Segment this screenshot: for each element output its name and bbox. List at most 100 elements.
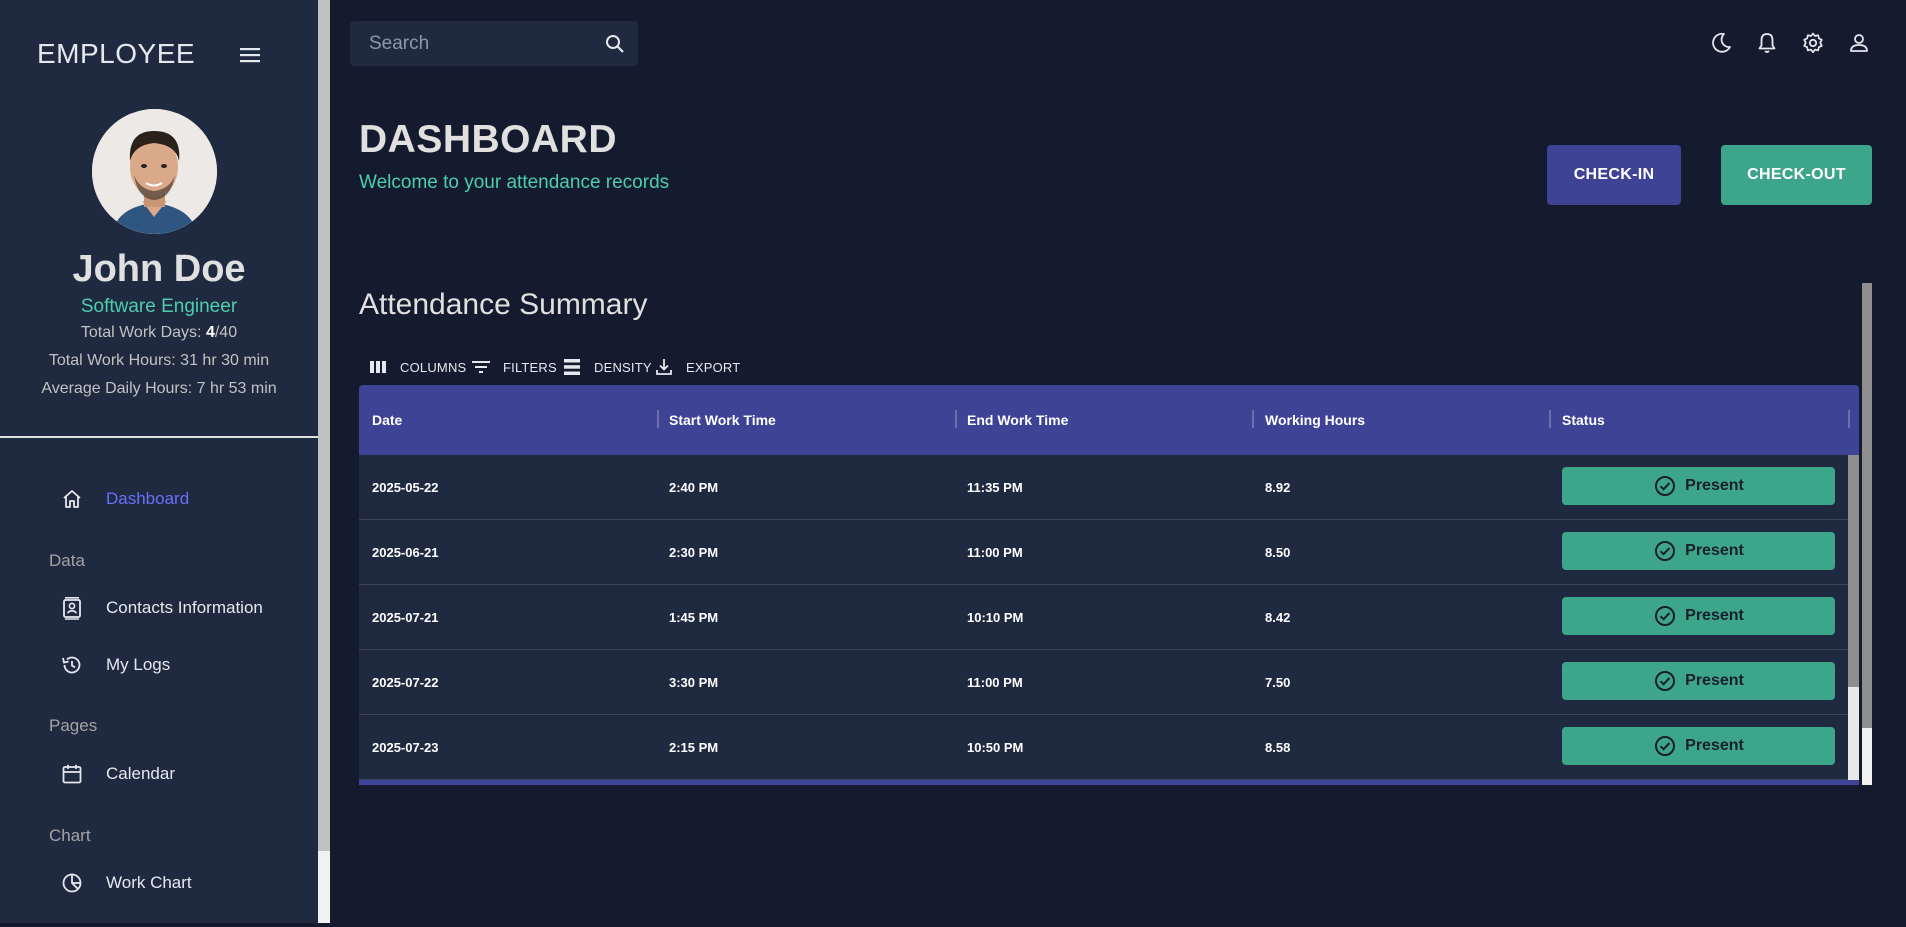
- calendar-icon: [62, 764, 82, 784]
- contacts-icon: [63, 597, 81, 620]
- total-work-days: Total Work Days: 4/40: [0, 324, 318, 342]
- columns-label: COLUMNS: [400, 359, 467, 375]
- status-badge[interactable]: Present: [1562, 662, 1835, 700]
- column-header-start-time[interactable]: Start Work Time: [669, 385, 776, 455]
- settings-gear-icon[interactable]: [1800, 30, 1826, 56]
- profile-role: Software Engineer: [80, 296, 238, 317]
- search-box: [350, 21, 638, 66]
- column-separator[interactable]: [1848, 410, 1850, 428]
- column-header-date[interactable]: Date: [372, 385, 402, 455]
- check-in-button[interactable]: CHECK-IN: [1547, 145, 1681, 205]
- table-header: Date Start Work Time End Work Time Worki…: [359, 385, 1859, 455]
- column-separator[interactable]: [657, 410, 659, 428]
- cell-start-time: 2:15 PM: [669, 740, 719, 755]
- download-icon: [656, 359, 672, 375]
- cell-start-time: 2:40 PM: [669, 480, 719, 495]
- density-button[interactable]: DENSITY: [562, 356, 652, 378]
- section-title-data: Data: [49, 551, 85, 570]
- status-badge[interactable]: Present: [1562, 532, 1835, 570]
- cell-working-hours: 7.50: [1265, 675, 1291, 690]
- column-header-working-hours[interactable]: Working Hours: [1265, 385, 1365, 455]
- check-circle-icon: [1655, 541, 1676, 561]
- average-daily-hours: Average Daily Hours: 7 hr 53 min: [41, 380, 277, 397]
- column-separator[interactable]: [1252, 410, 1254, 428]
- density-label: DENSITY: [594, 359, 652, 375]
- cell-date: 2025-07-21: [372, 610, 439, 625]
- status-label: Present: [1685, 542, 1744, 559]
- cell-end-time: 10:50 PM: [967, 740, 1024, 755]
- table-row[interactable]: 2025-05-22 2:40 PM 11:35 PM 8.92 Present: [359, 455, 1848, 520]
- attendance-summary-title: Attendance Summary: [359, 288, 648, 321]
- sidebar-scrollbar-track: [318, 851, 330, 923]
- filters-button[interactable]: FILTERS: [471, 356, 557, 378]
- hamburger-menu-icon[interactable]: [238, 44, 264, 66]
- columns-icon: [370, 361, 386, 373]
- cell-working-hours: 8.92: [1265, 480, 1291, 495]
- sidebar-item-contacts[interactable]: Contacts Information: [60, 594, 263, 622]
- column-separator[interactable]: [955, 410, 957, 428]
- status-badge[interactable]: Present: [1562, 597, 1835, 635]
- app-root: EMPLOYEE John Doe Software Engineer Tota…: [0, 0, 1906, 927]
- column-header-end-time[interactable]: End Work Time: [967, 385, 1068, 455]
- avatar: [92, 109, 217, 234]
- cell-start-time: 3:30 PM: [669, 675, 719, 690]
- cell-start-time: 2:30 PM: [669, 545, 719, 560]
- export-label: EXPORT: [686, 359, 741, 375]
- brand-title: EMPLOYEE: [37, 38, 196, 69]
- column-header-status[interactable]: Status: [1562, 385, 1605, 455]
- cell-end-time: 11:00 PM: [967, 675, 1023, 690]
- search-input[interactable]: [369, 21, 589, 66]
- check-circle-icon: [1655, 736, 1676, 756]
- sidebar-scrollbar[interactable]: [318, 0, 330, 923]
- cell-date: 2025-05-22: [372, 480, 439, 495]
- cell-working-hours: 8.42: [1265, 610, 1291, 625]
- export-button[interactable]: EXPORT: [654, 356, 740, 378]
- table-row[interactable]: 2025-07-23 2:15 PM 10:50 PM 8.58 Present: [359, 715, 1848, 780]
- history-icon: [62, 656, 81, 674]
- check-out-button[interactable]: CHECK-OUT: [1721, 145, 1872, 205]
- status-label: Present: [1685, 672, 1744, 689]
- page-subtitle: Welcome to your attendance records: [359, 172, 670, 193]
- content-scrollbar-thumb[interactable]: [1862, 283, 1872, 728]
- home-icon: [63, 490, 81, 508]
- sidebar-item-my-logs[interactable]: My Logs: [60, 651, 170, 679]
- sidebar-item-label: Contacts Information: [106, 598, 263, 617]
- check-circle-icon: [1655, 606, 1676, 626]
- table-footer: [359, 780, 1859, 785]
- section-title-pages: Pages: [49, 716, 98, 735]
- table-row[interactable]: 2025-07-21 1:45 PM 10:10 PM 8.42 Present: [359, 585, 1848, 650]
- cell-end-time: 10:10 PM: [967, 610, 1024, 625]
- table-scrollbar-thumb[interactable]: [1848, 455, 1859, 687]
- sidebar-item-label: My Logs: [106, 655, 171, 674]
- column-separator[interactable]: [1549, 410, 1551, 428]
- status-label: Present: [1685, 607, 1744, 624]
- sidebar-item-label: Calendar: [106, 764, 175, 783]
- search-icon[interactable]: [603, 32, 627, 56]
- table-row[interactable]: 2025-06-21 2:30 PM 11:00 PM 8.50 Present: [359, 520, 1848, 585]
- total-work-days-total: /40: [214, 324, 238, 341]
- sidebar: EMPLOYEE John Doe Software Engineer Tota…: [0, 0, 318, 923]
- status-label: Present: [1685, 737, 1744, 754]
- cell-working-hours: 8.50: [1265, 545, 1291, 560]
- notifications-icon[interactable]: [1754, 30, 1780, 56]
- attendance-table: Date Start Work Time End Work Time Worki…: [359, 385, 1859, 785]
- sidebar-item-label: Dashboard: [106, 489, 190, 508]
- sidebar-item-work-chart[interactable]: Work Chart: [60, 869, 192, 897]
- status-badge[interactable]: Present: [1562, 727, 1835, 765]
- table-row[interactable]: 2025-07-22 3:30 PM 11:00 PM 7.50 Present: [359, 650, 1848, 715]
- sidebar-item-calendar[interactable]: Calendar: [60, 760, 175, 788]
- status-badge[interactable]: Present: [1562, 467, 1835, 505]
- check-circle-icon: [1655, 671, 1676, 691]
- columns-button[interactable]: COLUMNS: [368, 356, 466, 378]
- filter-icon: [472, 361, 490, 373]
- density-icon: [564, 359, 580, 375]
- dark-mode-icon[interactable]: [1708, 30, 1734, 56]
- cell-end-time: 11:00 PM: [967, 545, 1023, 560]
- sidebar-item-dashboard[interactable]: Dashboard: [60, 485, 189, 513]
- filters-label: FILTERS: [503, 359, 557, 375]
- cell-working-hours: 8.58: [1265, 740, 1291, 755]
- cell-date: 2025-07-23: [372, 740, 439, 755]
- sidebar-divider: [0, 436, 318, 438]
- check-circle-icon: [1655, 476, 1676, 496]
- user-profile-icon[interactable]: [1846, 30, 1872, 56]
